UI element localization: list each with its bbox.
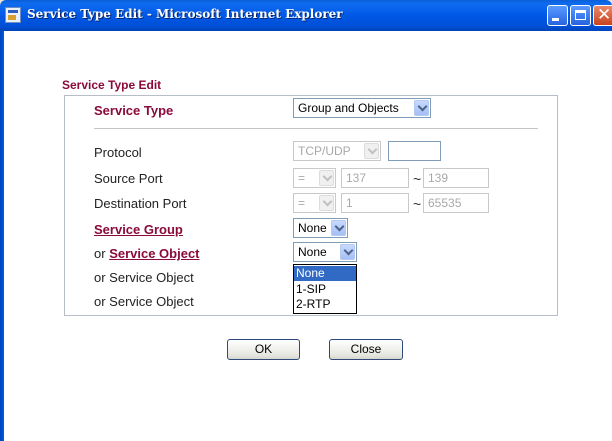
service-object-link[interactable]: Service Object — [109, 246, 199, 261]
destination-port-range-tilde: ~ — [413, 196, 422, 212]
close-icon: ✕ — [597, 5, 612, 25]
destination-port-label: Destination Port — [94, 196, 187, 211]
service-type-value: Group and Objects — [298, 101, 399, 115]
close-button[interactable]: Close — [329, 339, 403, 360]
service-object-3-label: or Service Object — [94, 294, 194, 309]
minimize-button[interactable] — [547, 5, 568, 26]
service-object-dropdown-list[interactable]: None 1-SIP 2-RTP — [293, 264, 357, 314]
service-object-2-label: or Service Object — [94, 270, 194, 285]
protocol-label: Protocol — [94, 145, 142, 160]
destination-port-start-input[interactable]: 1 — [341, 193, 409, 213]
source-port-operator-select[interactable]: = — [293, 168, 336, 188]
chevron-down-icon — [319, 195, 334, 211]
service-object-1-value: None — [298, 245, 327, 259]
service-object-1-select[interactable]: None — [293, 242, 357, 262]
dropdown-option-1-sip[interactable]: 1-SIP — [294, 282, 356, 297]
service-group-link[interactable]: Service Group — [94, 222, 183, 237]
dropdown-option-none[interactable]: None — [294, 266, 356, 281]
protocol-select[interactable]: TCP/UDP — [293, 141, 381, 161]
service-type-label: Service Type — [94, 103, 174, 118]
destination-port-end-input[interactable]: 65535 — [423, 193, 489, 213]
service-object-1-prefix: or — [94, 246, 106, 261]
window-title: Service Type Edit - Microsoft Internet E… — [27, 7, 343, 21]
chevron-down-icon — [414, 100, 429, 116]
destination-port-operator-select[interactable]: = — [293, 193, 336, 213]
service-group-select[interactable]: None — [293, 218, 348, 238]
ie-page-icon — [5, 7, 21, 23]
chevron-down-icon — [340, 244, 355, 260]
divider — [94, 128, 538, 129]
service-type-select[interactable]: Group and Objects — [293, 98, 431, 118]
maximize-button[interactable] — [570, 5, 591, 26]
chevron-down-icon — [319, 170, 334, 186]
source-port-label: Source Port — [94, 171, 163, 186]
protocol-value: TCP/UDP — [298, 144, 351, 158]
chevron-down-icon — [364, 143, 379, 159]
source-port-end-input[interactable]: 139 — [423, 168, 489, 188]
form-heading: Service Type Edit — [62, 78, 162, 92]
service-group-value: None — [298, 221, 327, 235]
service-object-1-row-label: or Service Object — [94, 246, 200, 261]
source-port-start-input[interactable]: 137 — [341, 168, 409, 188]
protocol-number-input[interactable] — [388, 141, 441, 161]
source-port-range-tilde: ~ — [413, 171, 422, 187]
chevron-down-icon — [331, 220, 346, 236]
destination-port-operator: = — [298, 196, 306, 210]
close-window-button[interactable]: ✕ — [593, 5, 612, 26]
source-port-operator: = — [298, 171, 306, 185]
window-titlebar[interactable]: Service Type Edit - Microsoft Internet E… — [0, 0, 612, 31]
dropdown-option-2-rtp[interactable]: 2-RTP — [294, 297, 356, 312]
ok-button[interactable]: OK — [227, 339, 300, 360]
